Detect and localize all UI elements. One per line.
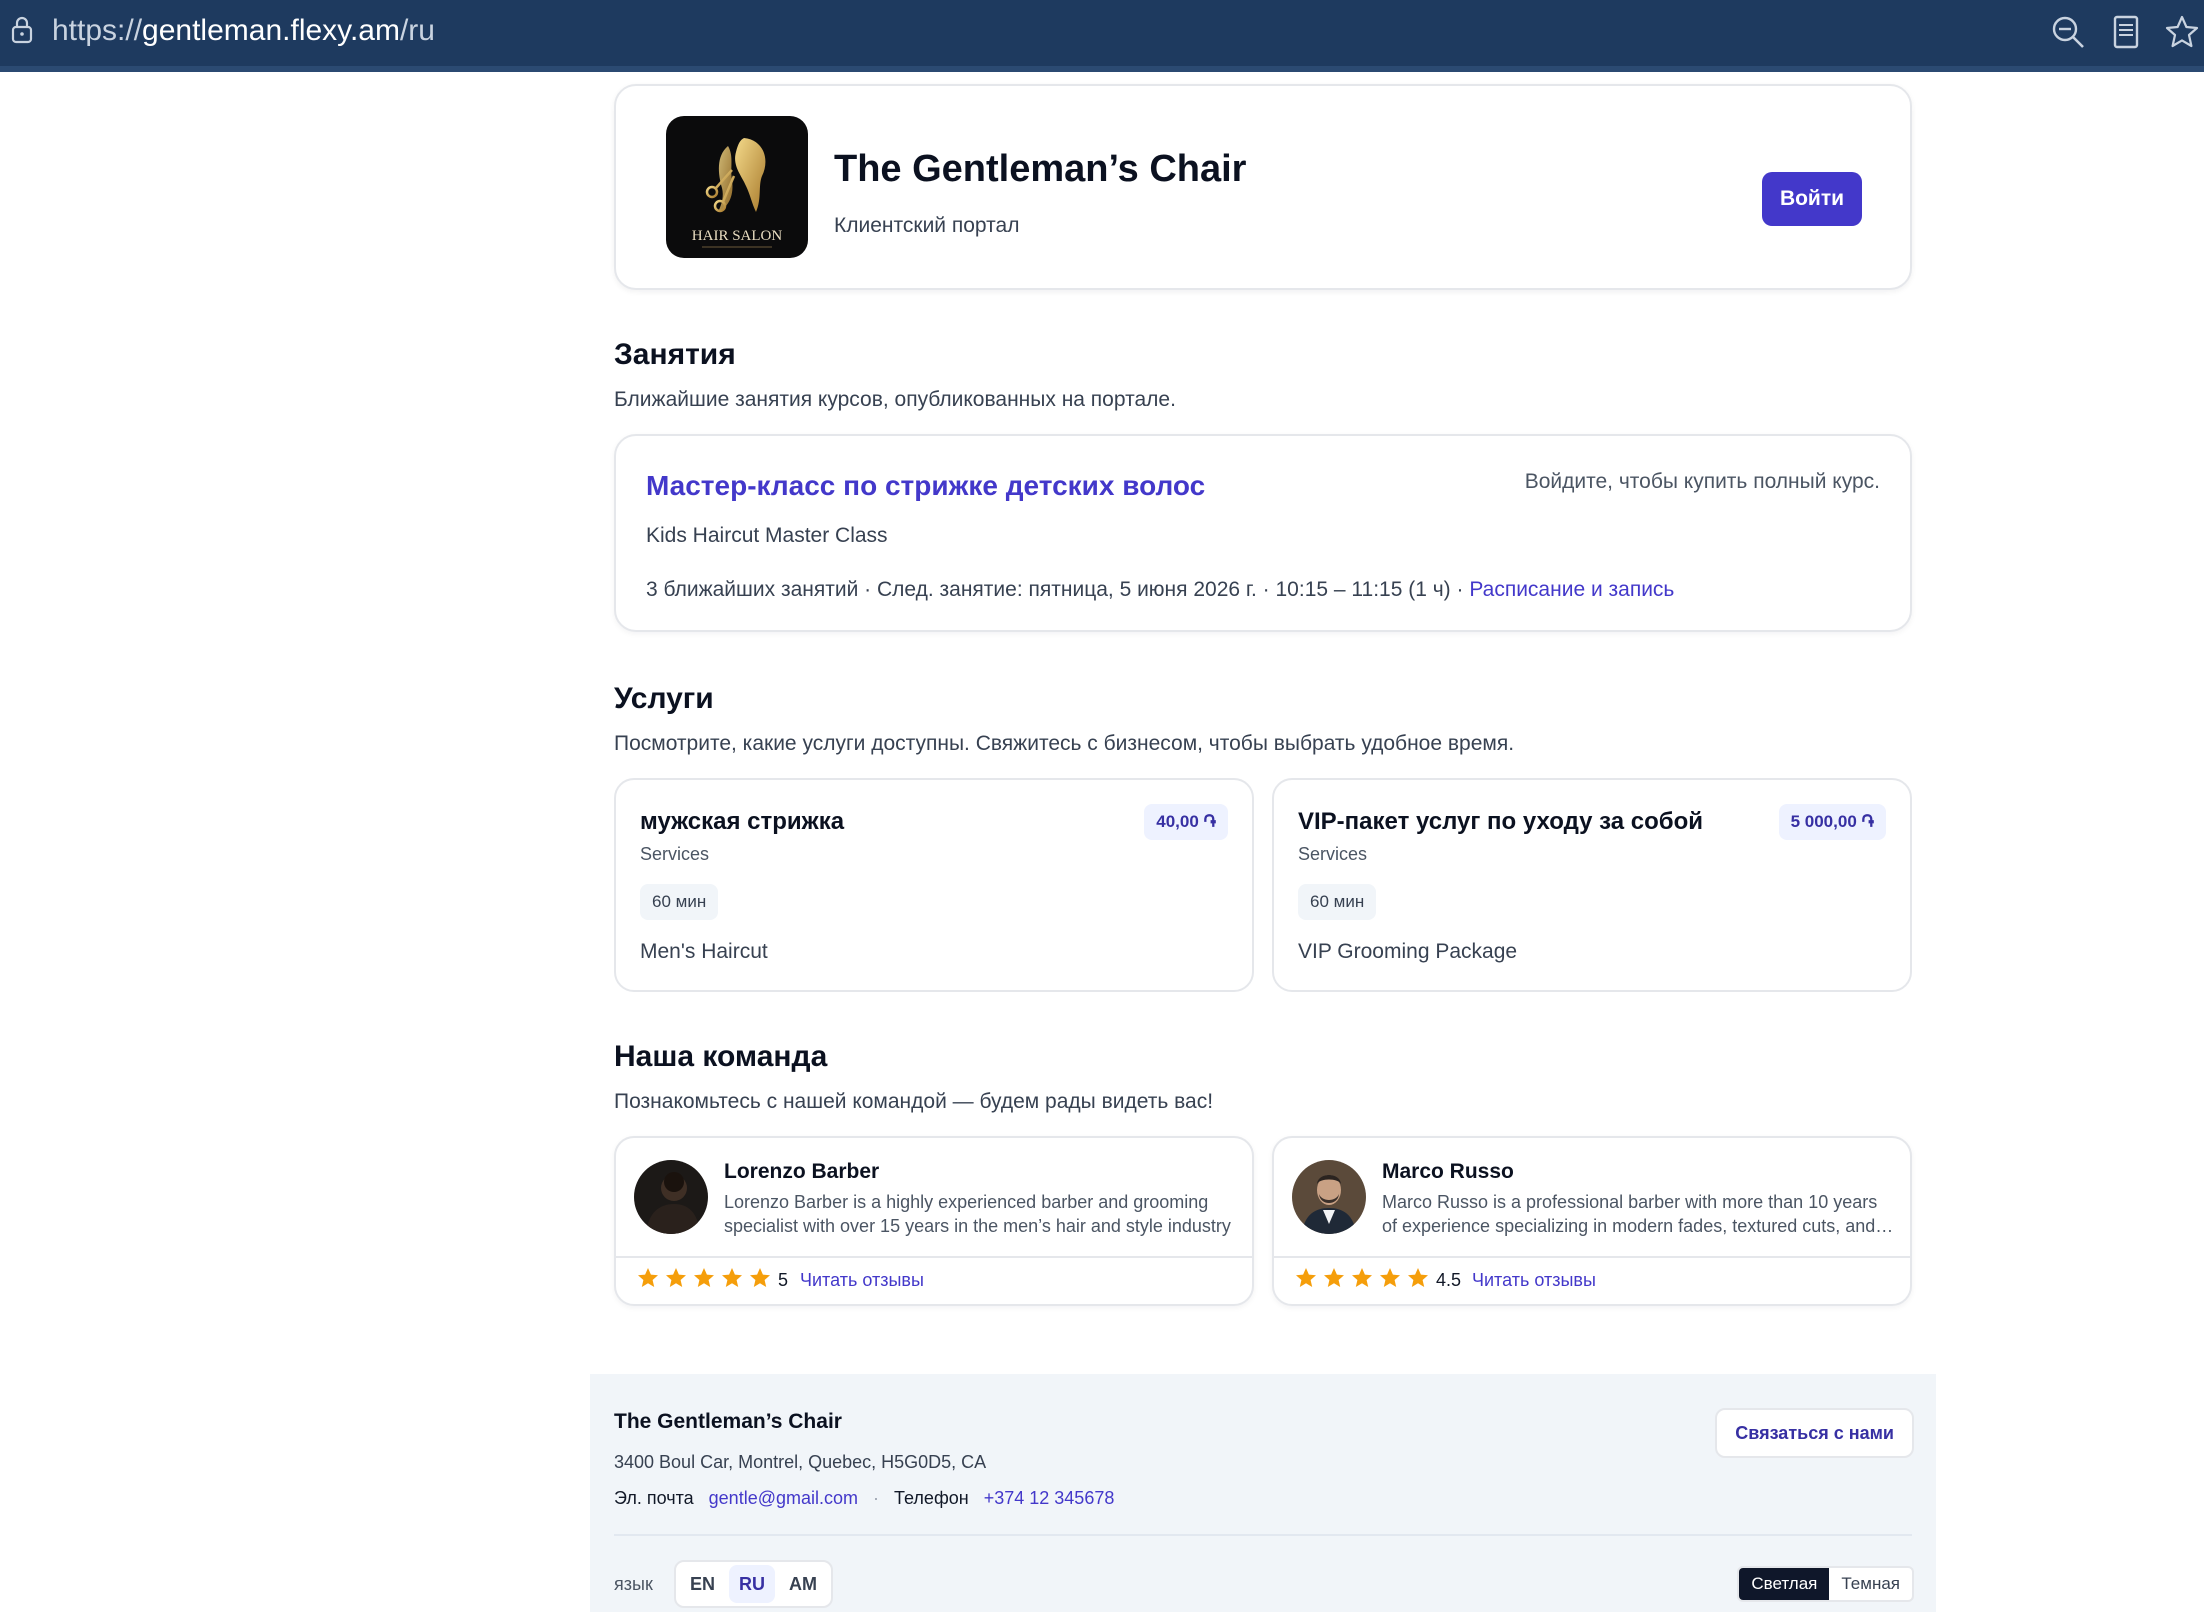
url-field[interactable]: https://gentleman.flexy.am/ru [52,14,435,48]
separator-dot: · [873,1488,880,1508]
course-title-link[interactable]: Мастер-класс по стрижке детских волос [646,470,1205,502]
read-reviews-link[interactable]: Читать отзывы [1472,1270,1596,1291]
course-card: Мастер-класс по стрижке детских волос Во… [614,434,1912,632]
language-option[interactable]: AM [779,1565,827,1603]
zoom-out-icon[interactable] [2050,14,2086,50]
star-icon [1408,1268,1428,1287]
team-title: Наша команда [614,1040,828,1073]
services-subtitle: Посмотрите, какие услуги доступны. Свяжи… [614,732,1515,755]
logo-text: HAIR SALON [692,228,783,244]
course-meta: 3 ближайших занятий · След. занятие: пят… [646,578,1674,602]
portal-subtitle: Клиентский портал [834,214,1020,237]
language-option[interactable]: RU [729,1565,776,1603]
member-bio-line: of experience specializing in modern fad… [1382,1216,1898,1236]
course-title-en: Kids Haircut Master Class [646,524,888,547]
member-bio: Marco Russo is a professional barber wit… [1382,1190,1898,1238]
member-bio: Lorenzo Barber is a highly experienced b… [724,1190,1240,1238]
rating-stars [1294,1266,1430,1290]
language-label: язык [614,1574,653,1594]
star-icon [1296,1268,1316,1287]
service-category: Services [1298,844,1368,864]
footer-contacts: Эл. почта gentle@gmail.com · Телефон +37… [614,1488,1114,1509]
lock-icon [11,16,33,44]
login-button[interactable]: Войти [1762,172,1862,226]
page: HAIR SALON The Gentleman’s Chair Клиентс… [0,72,2204,1612]
footer-address: 3400 Boul Car, Montrel, Quebec, H5G0D5, … [614,1452,987,1472]
language-option[interactable]: EN [680,1565,725,1603]
star-icon [1324,1268,1344,1287]
star-icon [1352,1268,1372,1287]
star-icon [638,1268,658,1287]
service-price-badge: 40,00 ֏ [1144,804,1228,840]
business-header-card: HAIR SALON The Gentleman’s Chair Клиентс… [614,84,1912,290]
course-schedule-info: 3 ближайших занятий · След. занятие: пят… [646,578,1470,601]
theme-switcher: Светлая Темная [1737,1566,1914,1602]
service-category: Services [640,844,710,864]
service-duration-badge: 60 мин [1298,884,1377,920]
email-label: Эл. почта [614,1488,694,1508]
star-icon [722,1268,742,1287]
star-icon [666,1268,686,1287]
service-duration-badge: 60 мин [640,884,719,920]
avatar [1292,1160,1366,1234]
url-path: /ru [399,14,435,47]
read-reviews-link[interactable]: Читать отзывы [800,1270,924,1291]
star-icon [1380,1268,1400,1287]
theme-dark-button[interactable]: Темная [1829,1568,1912,1600]
browser-address-bar: https://gentleman.flexy.am/ru [0,0,2204,72]
service-description: Men's Haircut [640,940,768,963]
service-description: VIP Grooming Package [1298,940,1518,963]
star-icon [694,1268,714,1287]
footer-business-name: The Gentleman’s Chair [614,1410,842,1433]
footer: The Gentleman’s Chair 3400 Boul Car, Mon… [590,1374,1936,1612]
member-bio-line: Lorenzo Barber is a highly experienced b… [724,1192,1209,1212]
business-logo: HAIR SALON [666,116,808,258]
rating-value: 5 [778,1270,789,1290]
url-host: gentleman.flexy.am [142,14,400,47]
team-member-card[interactable]: Marco Russo Marco Russo is a professiona… [1272,1136,1912,1306]
service-name: VIP-пакет услуг по уходу за собой [1298,808,1703,835]
phone-link[interactable]: +374 12 345678 [984,1488,1115,1508]
avatar [634,1160,708,1234]
star-icon [750,1268,770,1287]
team-member-card[interactable]: Lorenzo Barber Lorenzo Barber is a highl… [614,1136,1254,1306]
classes-title: Занятия [614,338,736,371]
phone-label: Телефон [894,1488,969,1508]
divider [614,1534,1912,1536]
team-subtitle: Познакомьтесь с нашей командой — будем р… [614,1090,1214,1113]
theme-light-button[interactable]: Светлая [1739,1568,1830,1600]
language-switcher: EN RU AM [674,1560,834,1608]
divider [1274,1256,1910,1258]
service-card[interactable]: VIP-пакет услуг по уходу за собой Servic… [1272,778,1912,992]
bookmark-star-icon[interactable] [2164,14,2200,50]
schedule-link[interactable]: Расписание и запись [1469,578,1674,601]
business-name: The Gentleman’s Chair [834,148,1247,190]
services-title: Услуги [614,682,714,715]
member-bio-line: specialist with over 15 years in the men… [724,1216,1231,1236]
member-name: Marco Russo [1382,1160,1514,1183]
member-name: Lorenzo Barber [724,1160,880,1183]
service-card[interactable]: мужская стрижка Services 40,00 ֏ 60 мин … [614,778,1254,992]
member-bio-line: Marco Russo is a professional barber wit… [1382,1192,1878,1212]
service-name: мужская стрижка [640,808,845,835]
course-login-note: Войдите, чтобы купить полный курс. [1524,470,1880,493]
reader-view-icon[interactable] [2108,14,2144,50]
service-price-badge: 5 000,00 ֏ [1778,804,1886,840]
email-link[interactable]: gentle@gmail.com [709,1488,858,1508]
rating-value: 4.5 [1436,1270,1462,1290]
contact-us-button[interactable]: Связаться с нами [1715,1408,1914,1458]
classes-subtitle: Ближайшие занятия курсов, опубликованных… [614,388,1176,411]
rating-stars [636,1266,772,1290]
hair-salon-logo-icon: HAIR SALON [692,138,783,248]
divider [616,1256,1252,1258]
url-scheme: https:// [52,14,143,47]
